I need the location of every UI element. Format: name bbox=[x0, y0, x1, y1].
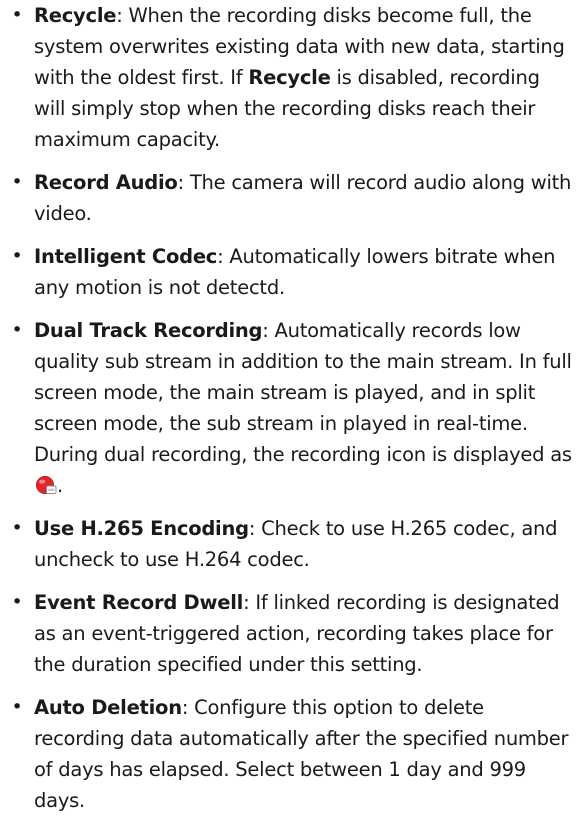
manual-page: • Recycle: When the recording disks beco… bbox=[0, 0, 585, 812]
term-recycle: Recycle bbox=[34, 4, 117, 27]
term-h265-encoding: Use H.265 Encoding bbox=[34, 517, 249, 540]
list-item-intelligent-codec: • Intelligent Codec: Automatically lower… bbox=[6, 241, 575, 303]
bullet: • bbox=[11, 319, 23, 341]
term-recycle-inline: Recycle bbox=[248, 66, 331, 89]
bullet: • bbox=[11, 245, 23, 267]
description-end: . bbox=[57, 474, 63, 497]
term-dual-track-recording: Dual Track Recording bbox=[34, 319, 263, 342]
bullet: • bbox=[11, 4, 23, 26]
list-item-dual-track-recording: • Dual Track Recording: Automatically re… bbox=[6, 315, 575, 501]
list-item-h265-encoding: • Use H.265 Encoding: Check to use H.265… bbox=[6, 513, 575, 575]
list-item-recycle: • Recycle: When the recording disks beco… bbox=[6, 0, 575, 155]
bullet: • bbox=[11, 696, 23, 718]
term-auto-deletion: Auto Deletion bbox=[34, 696, 182, 719]
bullet: • bbox=[11, 517, 23, 539]
dual-record-icon bbox=[35, 475, 57, 495]
list-item-record-audio: • Record Audio: The camera will record a… bbox=[6, 167, 575, 229]
list-item-event-record-dwell: • Event Record Dwell: If linked recordin… bbox=[6, 587, 575, 680]
feature-list: • Recycle: When the recording disks beco… bbox=[6, 0, 575, 816]
term-intelligent-codec: Intelligent Codec bbox=[34, 245, 218, 268]
bullet: • bbox=[11, 591, 23, 613]
bullet: • bbox=[11, 171, 23, 193]
term-record-audio: Record Audio bbox=[34, 171, 178, 194]
list-item-auto-deletion: • Auto Deletion: Configure this option t… bbox=[6, 692, 575, 816]
term-event-record-dwell: Event Record Dwell bbox=[34, 591, 244, 614]
